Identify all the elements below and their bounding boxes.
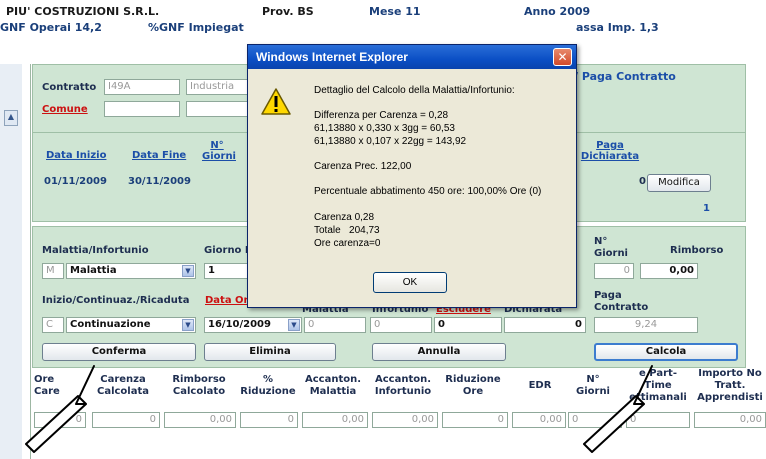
warning-icon xyxy=(261,88,291,115)
res-importo[interactable]: 0,00 xyxy=(694,412,766,428)
prov-label: Prov. BS xyxy=(262,5,314,18)
cont-select-value: Continuazione xyxy=(70,319,151,330)
res-edr[interactable]: 0,00 xyxy=(512,412,566,428)
col-data-inizio[interactable]: Data Inizio xyxy=(46,150,106,161)
elimina-button[interactable]: Elimina xyxy=(204,343,336,361)
gnf-operai: GNF Operai 14,2 xyxy=(0,21,102,34)
comune-field[interactable] xyxy=(104,101,180,117)
annulla-button[interactable]: Annulla xyxy=(372,343,506,361)
type-select[interactable]: Malattia ▼ xyxy=(66,263,196,279)
res-riduzione-ore[interactable]: 0 xyxy=(442,412,508,428)
cassa-imp: assa Imp. 1,3 xyxy=(576,21,659,34)
data-or-link[interactable]: Data Or xyxy=(205,295,249,306)
col-riduzione: % Riduzione xyxy=(240,374,296,397)
malattia-field[interactable]: 0 xyxy=(304,317,366,333)
day-select[interactable]: 1 xyxy=(204,263,248,279)
chevron-down-icon[interactable]: ▼ xyxy=(182,319,194,331)
row-data-fine: 30/11/2009 xyxy=(128,176,191,187)
inizio-label: Inizio/Continuaz./Ricaduta xyxy=(42,295,190,306)
dialog-line-percentuale: Percentuale abbatimento 450 ore: 100,00%… xyxy=(314,186,542,197)
arrow-annotation-left xyxy=(25,365,95,453)
col-riduzione-ore: Riduzione Ore xyxy=(445,374,501,397)
col-n-giorni[interactable]: N° Giorni xyxy=(202,140,236,162)
scroll-up-icon[interactable]: ▲ xyxy=(4,110,18,126)
anno-label: Anno 2009 xyxy=(524,5,591,18)
dialog-line-carenza: Carenza 0,28 xyxy=(314,212,375,223)
paga-contratto-label: Paga Contratto xyxy=(594,290,649,313)
company-name: PIU' COSTRUZIONI S.R.L. xyxy=(6,5,160,18)
conferma-button[interactable]: Conferma xyxy=(42,343,196,361)
n-giorni-label: N° Giorni xyxy=(594,236,628,259)
contratto-label: Contratto xyxy=(42,82,97,93)
gnf-impiegati: %GNF Impiegat xyxy=(148,21,244,34)
giorno-label: Giorno D xyxy=(204,245,254,256)
cont-select[interactable]: Continuazione ▼ xyxy=(66,317,196,333)
mese-label: Mese 11 xyxy=(369,5,421,18)
comune-extra-field[interactable] xyxy=(186,101,250,117)
col-edr: EDR xyxy=(528,380,552,391)
day-select-value: 1 xyxy=(208,265,215,276)
dialog-line-differenza: Differenza per Carenza = 0,28 xyxy=(314,110,449,121)
chevron-down-icon[interactable]: ▼ xyxy=(288,319,300,331)
n-giorni-field[interactable]: 0 xyxy=(594,263,634,279)
calcola-button[interactable]: Calcola xyxy=(594,343,738,361)
close-icon[interactable]: ✕ xyxy=(553,48,572,66)
paga-contratto-field[interactable]: 9,24 xyxy=(594,317,698,333)
date-select[interactable]: 16/10/2009 ▼ xyxy=(204,317,302,333)
chevron-down-icon[interactable]: ▼ xyxy=(182,265,194,277)
infortunio-field[interactable]: 0 xyxy=(370,317,432,333)
contratto-field[interactable]: I49A xyxy=(104,79,180,95)
res-acc-infortunio[interactable]: 0,00 xyxy=(372,412,438,428)
res-rimborso[interactable]: 0,00 xyxy=(164,412,236,428)
arrow-annotation-right xyxy=(583,365,653,453)
dialog-line-totale: Totale 204,73 xyxy=(314,225,380,236)
rimborso-label: Rimborso xyxy=(670,245,724,256)
ok-button[interactable]: OK xyxy=(373,272,447,293)
page-number[interactable]: 1 xyxy=(703,203,710,214)
alert-dialog: Windows Internet Explorer ✕ Dettaglio de… xyxy=(247,44,577,308)
row-data-inizio: 01/11/2009 xyxy=(44,176,107,187)
col-acc-malattia: Accanton. Malattia xyxy=(304,374,362,397)
settore-field[interactable]: Industria xyxy=(186,79,250,95)
comune-link[interactable]: Comune xyxy=(42,104,88,115)
dialog-line-calc2: 61,13880 x 0,107 x 22gg = 143,92 xyxy=(314,136,467,147)
escludere-field[interactable]: 0 xyxy=(434,317,502,333)
dialog-line-heading: Dettaglio del Calcolo della Malattia/Inf… xyxy=(314,85,515,96)
col-rimborso-calcolato: Rimborso Calcolato xyxy=(172,374,226,397)
type-code-field[interactable]: M xyxy=(42,263,64,279)
dialog-line-ore-carenza: Ore carenza=0 xyxy=(314,238,381,249)
res-riduzione[interactable]: 0 xyxy=(240,412,298,428)
paga-contratto-header: / Paga Contratto xyxy=(574,70,676,83)
date-select-value: 16/10/2009 xyxy=(208,319,271,330)
col-importo: Importo No Tratt. Apprendisti xyxy=(697,368,763,403)
res-acc-malattia[interactable]: 0,00 xyxy=(302,412,368,428)
cont-code-field[interactable]: C xyxy=(42,317,64,333)
col-acc-infortunio: Accanton. Infortunio xyxy=(374,374,432,397)
type-select-value: Malattia xyxy=(70,265,117,276)
dialog-line-calc1: 61,13880 x 0,330 x 3gg = 60,53 xyxy=(314,123,455,134)
row-paga-value: 0 xyxy=(639,176,646,187)
modifica-button[interactable]: Modifica xyxy=(647,174,711,192)
dialog-title: Windows Internet Explorer xyxy=(248,45,576,69)
col-data-fine[interactable]: Data Fine xyxy=(132,150,186,161)
dialog-line-carenza-prec: Carenza Prec. 122,00 xyxy=(314,161,412,172)
dichiarata-field[interactable]: 0 xyxy=(504,317,586,333)
malattia-label: Malattia/Infortunio xyxy=(42,245,149,256)
rimborso-field[interactable]: 0,00 xyxy=(640,263,698,279)
col-paga-dichiarata[interactable]: Paga Dichiarata xyxy=(580,140,640,162)
